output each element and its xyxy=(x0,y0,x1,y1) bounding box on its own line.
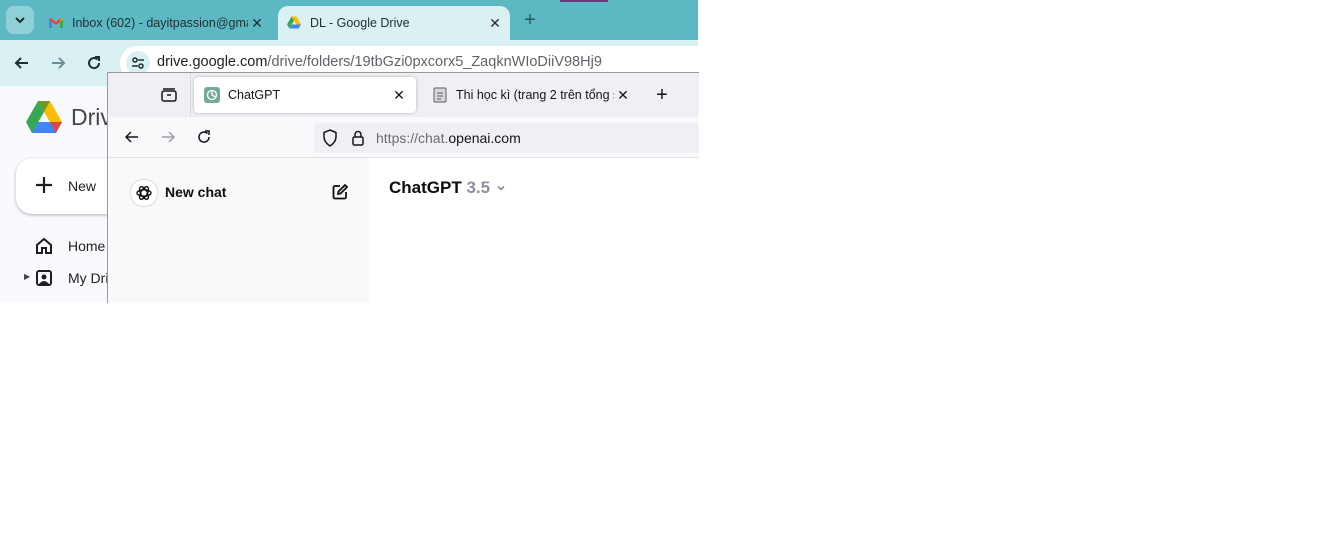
my-drive-icon xyxy=(36,270,52,286)
close-tab-icon[interactable]: ✕ xyxy=(248,15,266,32)
arrow-left-icon xyxy=(14,57,28,69)
firefox-window: ChatGPT ✕ Thi học kì (trang 2 trên tổng … xyxy=(107,72,699,303)
reload-button[interactable] xyxy=(190,123,218,151)
back-button[interactable] xyxy=(118,123,146,151)
model-name: ChatGPT xyxy=(389,178,462,197)
tab-title: DL - Google Drive xyxy=(310,16,410,30)
window-accent-strip xyxy=(560,0,608,2)
tracking-protection-shield-icon[interactable] xyxy=(320,128,340,148)
sidebar-item-home[interactable]: Home xyxy=(68,238,105,254)
reload-button[interactable] xyxy=(80,49,108,77)
lock-icon[interactable] xyxy=(348,128,368,148)
forward-button[interactable] xyxy=(44,49,72,77)
new-chat-button[interactable]: New chat xyxy=(165,184,226,200)
home-icon xyxy=(36,237,52,254)
tab-strip-divider xyxy=(190,73,191,117)
url-path: /drive/folders/19tbGzi0pxcorx5_ZaqknWIoD… xyxy=(267,54,602,70)
url-host: drive.google.com xyxy=(157,54,268,70)
chrome-tab-gmail[interactable]: Inbox (602) - dayitpassion@gmail.com ✕ xyxy=(40,6,272,40)
new-button-label: New xyxy=(68,178,97,194)
openai-icon xyxy=(204,87,220,103)
openai-knot-icon xyxy=(136,186,152,200)
arrow-right-icon xyxy=(162,131,176,143)
tab-title: ChatGPT xyxy=(228,88,281,102)
gmail-icon xyxy=(49,18,63,28)
google-drive-logo-icon xyxy=(26,101,62,133)
reload-icon xyxy=(88,56,101,70)
arrow-right-icon xyxy=(52,57,66,69)
pdf-doc-icon xyxy=(433,87,447,103)
url-prefix: https://chat. xyxy=(376,130,449,146)
firefox-view-icon xyxy=(161,88,177,102)
firefox-view-button[interactable] xyxy=(156,83,182,107)
chrome-tab-drive[interactable]: DL - Google Drive ✕ xyxy=(278,6,510,40)
url-domain: openai.com xyxy=(448,130,521,146)
model-version: 3.5 xyxy=(466,178,491,197)
chevron-down-icon xyxy=(15,17,25,24)
google-drive-icon xyxy=(287,16,301,29)
edit-new-chat-icon[interactable] xyxy=(330,182,350,202)
arrow-left-icon xyxy=(124,131,138,143)
expand-caret-icon[interactable]: ▶ xyxy=(24,272,30,281)
url-text[interactable]: https://chat.openai.com xyxy=(376,130,521,146)
new-tab-button[interactable]: + xyxy=(518,8,542,32)
plus-icon xyxy=(36,177,52,193)
tab-title: Thi học kì (trang 2 trên tổng số 3) xyxy=(456,88,614,102)
reload-icon xyxy=(198,130,210,143)
firefox-tab-chatgpt[interactable]: ChatGPT ✕ xyxy=(194,77,416,113)
back-button[interactable] xyxy=(8,49,36,77)
chevron-down-icon[interactable] xyxy=(495,182,507,194)
url-text[interactable]: drive.google.com/drive/folders/19tbGzi0p… xyxy=(157,54,602,70)
close-tab-icon[interactable]: ✕ xyxy=(486,15,504,32)
new-tab-button[interactable]: + xyxy=(650,83,674,107)
close-tab-icon[interactable]: ✕ xyxy=(390,87,408,104)
close-tab-icon[interactable]: ✕ xyxy=(614,87,632,104)
forward-button[interactable] xyxy=(154,123,182,151)
tune-icon xyxy=(132,57,144,69)
firefox-tab-pdf[interactable]: Thi học kì (trang 2 trên tổng số 3) ✕ xyxy=(422,77,640,113)
tab-search-dropdown-button[interactable] xyxy=(6,6,34,34)
tab-title: Inbox (602) - dayitpassion@gmail.com xyxy=(72,16,248,30)
openai-logo-icon[interactable] xyxy=(130,179,158,207)
model-selector[interactable]: ChatGPT 3.5 xyxy=(389,178,490,198)
